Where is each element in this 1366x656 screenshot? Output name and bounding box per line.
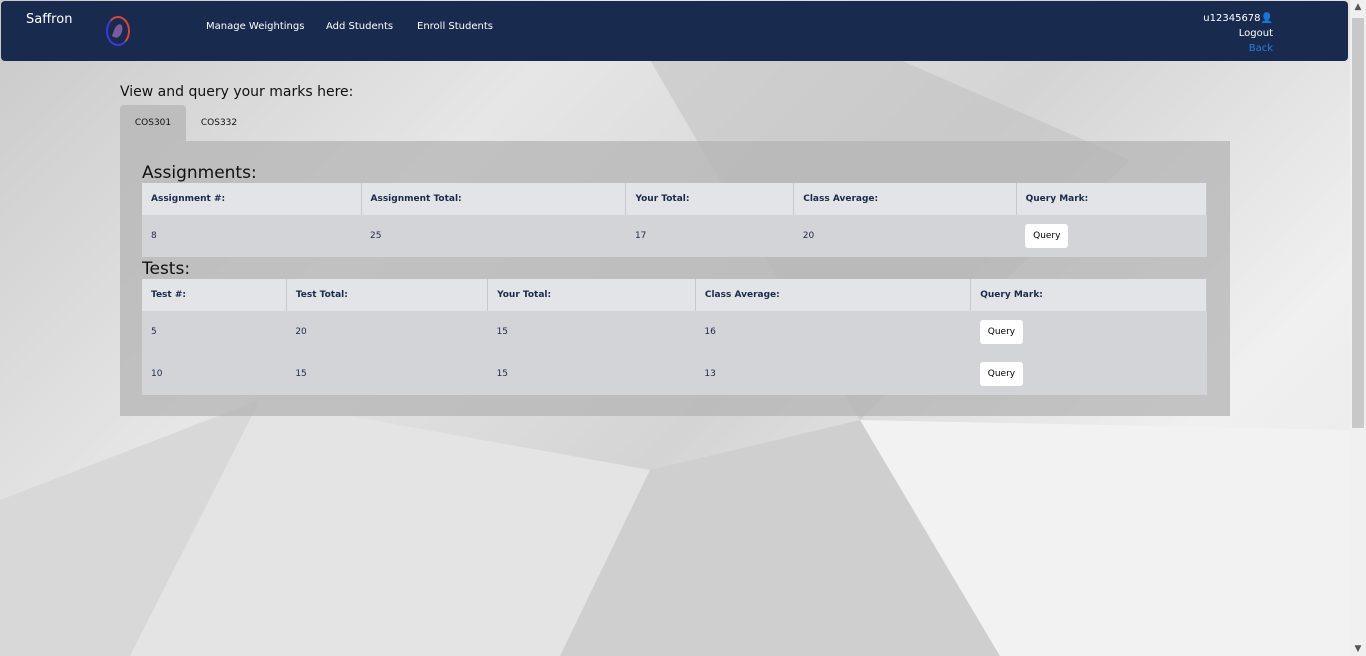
scrollbar[interactable]: ▲ ▼ xyxy=(1350,0,1366,656)
assignments-title: Assignments: xyxy=(142,163,257,183)
query-button[interactable]: Query xyxy=(1025,224,1069,248)
brand-name[interactable]: Saffron xyxy=(26,12,72,27)
cell: Query xyxy=(970,353,1207,395)
cell: 10 xyxy=(142,353,287,395)
cell: 15 xyxy=(487,353,696,395)
cell: 17 xyxy=(625,215,794,257)
column-header: Test #: xyxy=(142,279,287,311)
nav-enroll-students[interactable]: Enroll Students xyxy=(417,21,493,32)
cell: 25 xyxy=(361,215,626,257)
table-row: 8 25 17 20 Query xyxy=(142,215,1207,257)
navbar: Saffron Manage Weightings Add Students E… xyxy=(1,1,1348,61)
cell: 16 xyxy=(695,311,971,353)
cell: 5 xyxy=(142,311,287,353)
tests-table: Test #: Test Total: Your Total: Class Av… xyxy=(142,279,1207,395)
cell: 15 xyxy=(286,353,488,395)
column-header: Class Average: xyxy=(793,183,1017,215)
username: u12345678 xyxy=(1203,13,1261,24)
assignments-table: Assignment #: Assignment Total: Your Tot… xyxy=(142,183,1208,257)
cell: 13 xyxy=(695,353,971,395)
column-header: Your Total: xyxy=(625,183,795,215)
column-header: Assignment #: xyxy=(142,183,362,215)
course-tabs: COS301 COS332 xyxy=(120,105,1230,141)
tab-cos332[interactable]: COS332 xyxy=(186,105,252,141)
back-link[interactable]: Back xyxy=(1203,41,1273,56)
cell: 20 xyxy=(793,215,1017,257)
user-icon: 👤 xyxy=(1260,13,1273,24)
logout-link[interactable]: Logout xyxy=(1203,26,1273,41)
table-row: 10 15 15 13 Query xyxy=(142,353,1207,395)
scrollbar-thumb[interactable] xyxy=(1352,18,1364,428)
query-button[interactable]: Query xyxy=(979,320,1024,344)
table-row: 5 20 15 16 Query xyxy=(142,311,1207,353)
nav-add-students[interactable]: Add Students xyxy=(326,21,393,32)
saffron-logo-icon xyxy=(106,16,130,46)
main-content: View and query your marks here: COS301 C… xyxy=(120,84,1230,416)
marks-panel: Assignments: Assignment #: Assignment To… xyxy=(120,141,1230,416)
table-header-row: Assignment #: Assignment Total: Your Tot… xyxy=(142,183,1208,215)
table-header-row: Test #: Test Total: Your Total: Class Av… xyxy=(142,279,1207,311)
cell: Query xyxy=(1016,215,1207,257)
nav-manage-weightings[interactable]: Manage Weightings xyxy=(206,21,304,32)
cell: 20 xyxy=(286,311,488,353)
column-header: Test Total: xyxy=(286,279,489,311)
column-header: Class Average: xyxy=(695,279,972,311)
column-header: Your Total: xyxy=(487,279,696,311)
scroll-down-icon[interactable]: ▼ xyxy=(1350,644,1366,654)
page-heading: View and query your marks here: xyxy=(120,84,354,100)
cell: 15 xyxy=(487,311,696,353)
query-button[interactable]: Query xyxy=(979,362,1024,386)
cell: Query xyxy=(970,311,1207,353)
column-header: Query Mark: xyxy=(970,279,1207,311)
cell: 8 xyxy=(142,215,361,257)
user-menu: u12345678👤 Logout Back xyxy=(1203,11,1273,56)
scroll-up-icon[interactable]: ▲ xyxy=(1350,2,1366,12)
tab-cos301[interactable]: COS301 xyxy=(120,105,186,141)
tests-title: Tests: xyxy=(142,259,191,279)
column-header: Assignment Total: xyxy=(361,183,627,215)
column-header: Query Mark: xyxy=(1016,183,1208,215)
